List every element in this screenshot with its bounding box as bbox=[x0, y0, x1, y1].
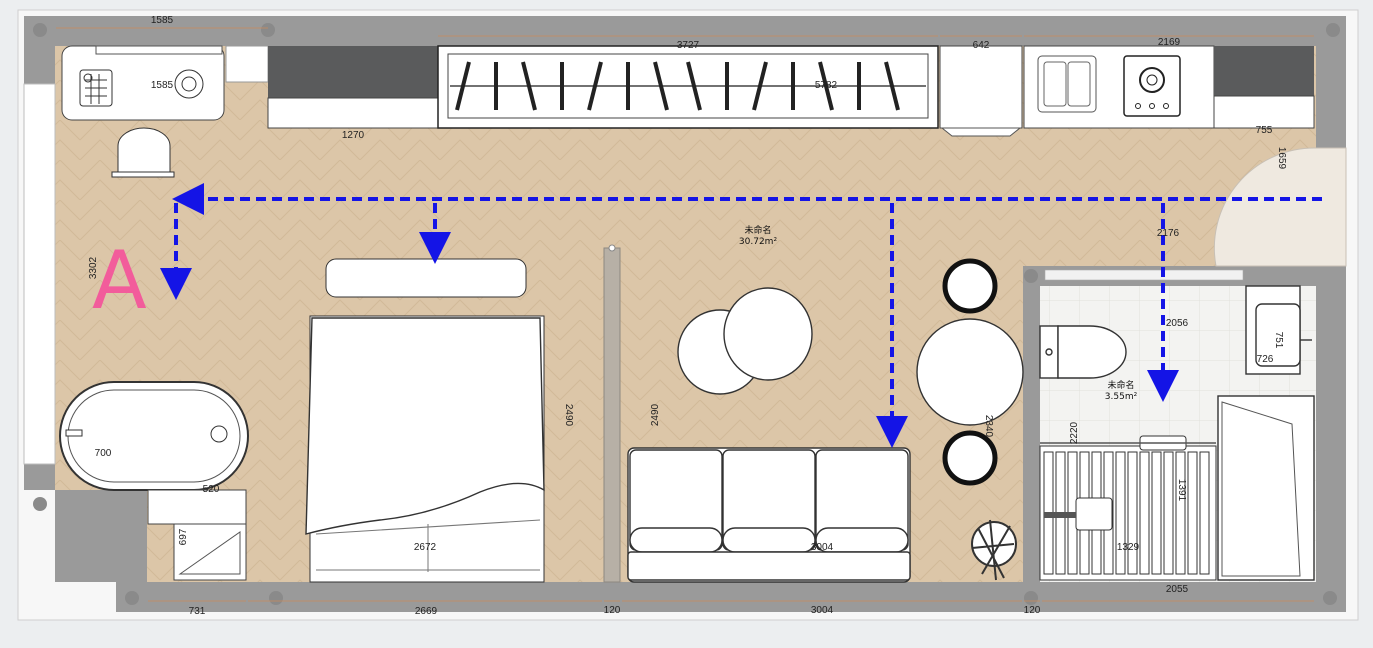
shower-slat bbox=[1139, 451, 1150, 575]
dim-top-left: 1585 bbox=[151, 15, 174, 26]
kitchen-cabinet-light bbox=[1213, 95, 1315, 129]
shower-slat bbox=[1175, 451, 1186, 575]
partition-wall bbox=[603, 247, 621, 583]
marker-letter-a: A bbox=[92, 234, 147, 327]
dim-stove: 1585 bbox=[151, 80, 174, 91]
kitchen-cabinet-dark bbox=[1214, 46, 1314, 96]
dim-partition-left: 2490 bbox=[563, 404, 574, 427]
dim-bottom-731: 731 bbox=[189, 606, 206, 617]
dim-bottom-120a: 120 bbox=[604, 605, 621, 616]
shower-slat bbox=[1115, 451, 1126, 575]
dim-dining-2340: 2340 bbox=[983, 415, 994, 438]
dim-corridor-2176: 2176 bbox=[1157, 228, 1180, 239]
vanity-counter bbox=[61, 45, 225, 121]
dim-top-642: 642 bbox=[973, 40, 990, 51]
bathtub bbox=[59, 381, 249, 491]
dim-bottom-120b: 120 bbox=[1024, 605, 1041, 616]
shower-slat bbox=[1187, 451, 1198, 575]
shower-slat bbox=[1163, 451, 1174, 575]
shower-slat bbox=[1199, 451, 1210, 575]
dim-tub-700: 700 bbox=[95, 448, 112, 459]
fridge-base bbox=[940, 127, 1022, 137]
floor-plan: A 未命名 30.72m² 未命名 3.55m² 1585 3727 642 2… bbox=[17, 9, 1359, 621]
wardrobe bbox=[437, 45, 939, 129]
shower-slat bbox=[1151, 451, 1162, 575]
dim-wardrobe: 5782 bbox=[815, 80, 838, 91]
partition-end-dot bbox=[608, 244, 616, 252]
dim-sofa-3004: 3004 bbox=[811, 542, 834, 553]
dim-sink-726: 726 bbox=[1257, 354, 1274, 365]
fridge-box bbox=[939, 45, 1023, 129]
dim-bottom-2669: 2669 bbox=[415, 606, 438, 617]
washer-box bbox=[225, 45, 269, 83]
toilet bbox=[1039, 325, 1127, 379]
kitchen-counter bbox=[1023, 45, 1215, 129]
bathroom-door-gap bbox=[1044, 269, 1244, 281]
dim-right-1659: 1659 bbox=[1276, 147, 1287, 170]
bathroom-wall-left bbox=[1023, 268, 1040, 582]
dim-top-mid: 3727 bbox=[677, 40, 700, 51]
dim-bath-2056: 2056 bbox=[1166, 318, 1189, 329]
cabinet-top-dark bbox=[268, 46, 438, 98]
bath-room-name: 未命名 bbox=[1107, 379, 1134, 391]
cabinet-top-light bbox=[267, 97, 439, 129]
dim-shower-1329: 1329 bbox=[1117, 542, 1140, 553]
shower-slat bbox=[1127, 451, 1138, 575]
side-cabinet bbox=[147, 489, 247, 525]
dim-bottom-3004: 3004 bbox=[811, 605, 834, 616]
left-window bbox=[23, 83, 56, 465]
shower-screen bbox=[1217, 395, 1315, 581]
dim-top-right: 2169 bbox=[1158, 37, 1181, 48]
main-room-name: 未命名 bbox=[744, 224, 771, 236]
dim-shower-1391: 1391 bbox=[1176, 479, 1187, 502]
dim-cab-1270: 1270 bbox=[342, 130, 365, 141]
main-floor-lower-left-cut bbox=[55, 490, 147, 582]
sofa bbox=[627, 447, 911, 583]
dim-shower-2220: 2220 bbox=[1069, 421, 1080, 444]
dim-sink-751: 751 bbox=[1273, 332, 1284, 349]
bath-room-area: 3.55m² bbox=[1105, 392, 1138, 402]
dim-nightstand-697: 697 bbox=[178, 528, 189, 545]
dim-bottom-2055: 2055 bbox=[1166, 584, 1189, 595]
dim-bed-2672: 2672 bbox=[414, 542, 437, 553]
dim-partition-right: 2490 bbox=[650, 403, 661, 426]
dim-tub-520: 520 bbox=[203, 484, 220, 495]
shower-area bbox=[1039, 435, 1217, 581]
main-room-area: 30.72m² bbox=[739, 237, 778, 247]
dim-right-755: 755 bbox=[1256, 125, 1273, 136]
dim-left-3302: 3302 bbox=[88, 256, 99, 279]
